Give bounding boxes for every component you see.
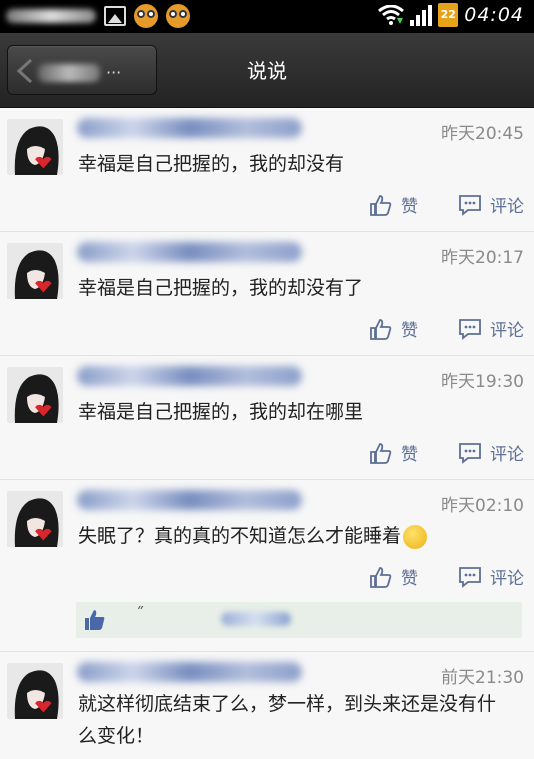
comment-button[interactable]: 评论 xyxy=(458,564,524,589)
avatar[interactable] xyxy=(7,663,63,719)
like-label: 赞 xyxy=(401,569,418,589)
post-time: 前天21:30 xyxy=(441,668,524,688)
title-bar: ··· 说说 xyxy=(0,33,534,108)
comment-icon xyxy=(459,318,481,340)
post-text: 幸福是自己把握的，我的却在哪里 xyxy=(78,401,364,423)
owl-app-icon xyxy=(134,4,158,28)
comment-label: 评论 xyxy=(490,197,524,217)
blurred-user-name[interactable] xyxy=(77,118,302,138)
confused-emoji-icon xyxy=(403,524,428,549)
comment-icon xyxy=(459,442,481,464)
blurred-user-name[interactable] xyxy=(77,242,302,262)
owl-app-icon xyxy=(166,4,190,28)
blurred-liker-name[interactable] xyxy=(221,612,291,626)
wifi-icon xyxy=(378,5,405,25)
feed: 昨天20:45 幸福是自己把握的，我的却没有 赞 评论 昨天20:17 幸福是自… xyxy=(0,108,534,759)
comment-button[interactable]: 评论 xyxy=(458,192,524,217)
blurred-user-name[interactable] xyxy=(77,366,302,386)
comment-label: 评论 xyxy=(490,321,524,341)
post-time: 昨天20:45 xyxy=(441,124,524,144)
liked-by-mark: ˝ xyxy=(136,604,144,623)
post-item: 昨天02:10 失眠了？真的真的不知道怎么才能睡着 赞 评论 ˝ xyxy=(0,480,534,652)
avatar[interactable] xyxy=(7,367,63,423)
thumbs-up-icon xyxy=(370,194,392,216)
comment-icon xyxy=(459,566,481,588)
like-label: 赞 xyxy=(401,445,418,465)
post-time: 昨天19:30 xyxy=(441,372,524,392)
page-title: 说说 xyxy=(247,59,287,83)
post-item: 昨天20:45 幸福是自己把握的，我的却没有 赞 评论 xyxy=(0,108,534,232)
comment-button[interactable]: 评论 xyxy=(458,440,524,465)
status-bar: 22 04:04 xyxy=(0,0,534,33)
like-label: 赞 xyxy=(401,321,418,341)
thumbs-up-icon xyxy=(370,318,392,340)
post-time: 昨天02:10 xyxy=(441,496,524,516)
blurred-user-name[interactable] xyxy=(77,490,302,510)
avatar[interactable] xyxy=(7,491,63,547)
image-icon xyxy=(104,6,126,26)
avatar-image xyxy=(7,491,63,547)
comment-button[interactable]: 评论 xyxy=(458,316,524,341)
post-item: 昨天19:30 幸福是自己把握的，我的却在哪里 赞 评论 xyxy=(0,356,534,480)
clock: 04:04 xyxy=(464,4,524,26)
like-button[interactable]: 赞 xyxy=(369,564,418,589)
thumbs-up-icon xyxy=(370,566,392,588)
avatar-image xyxy=(7,119,63,175)
blurred-user-name[interactable] xyxy=(77,662,302,682)
post-text: 就这样彻底结束了么，梦一样，到头来还是没有什么变化！ xyxy=(78,693,497,747)
post-text: 幸福是自己把握的，我的却没有 xyxy=(78,153,345,175)
avatar[interactable] xyxy=(7,243,63,299)
like-button[interactable]: 赞 xyxy=(369,316,418,341)
post-text: 幸福是自己把握的，我的却没有了 xyxy=(78,277,364,299)
post-text: 失眠了？真的真的不知道怎么才能睡着 xyxy=(78,525,402,547)
like-button[interactable]: 赞 xyxy=(369,440,418,465)
battery-icon: 22 xyxy=(438,3,459,27)
avatar[interactable] xyxy=(7,119,63,175)
liked-by-bar[interactable]: ˝ xyxy=(76,602,522,638)
comment-icon xyxy=(459,194,481,216)
like-button[interactable]: 赞 xyxy=(369,192,418,217)
post-item: 前天21:30 就这样彻底结束了么，梦一样，到头来还是没有什么变化！ xyxy=(0,652,534,759)
liked-thumb-icon xyxy=(85,610,105,630)
thumbs-up-icon xyxy=(370,442,392,464)
comment-label: 评论 xyxy=(490,569,524,589)
signal-icon xyxy=(410,4,433,26)
post-item: 昨天20:17 幸福是自己把握的，我的却没有了 赞 评论 xyxy=(0,232,534,356)
blurred-notification-icon xyxy=(6,9,96,23)
like-label: 赞 xyxy=(401,197,418,217)
avatar-image xyxy=(7,243,63,299)
avatar-image xyxy=(7,367,63,423)
comment-label: 评论 xyxy=(490,445,524,465)
post-text-wrap: 失眠了？真的真的不知道怎么才能睡着 xyxy=(78,520,510,552)
avatar-image xyxy=(7,663,63,719)
post-time: 昨天20:17 xyxy=(441,248,524,268)
